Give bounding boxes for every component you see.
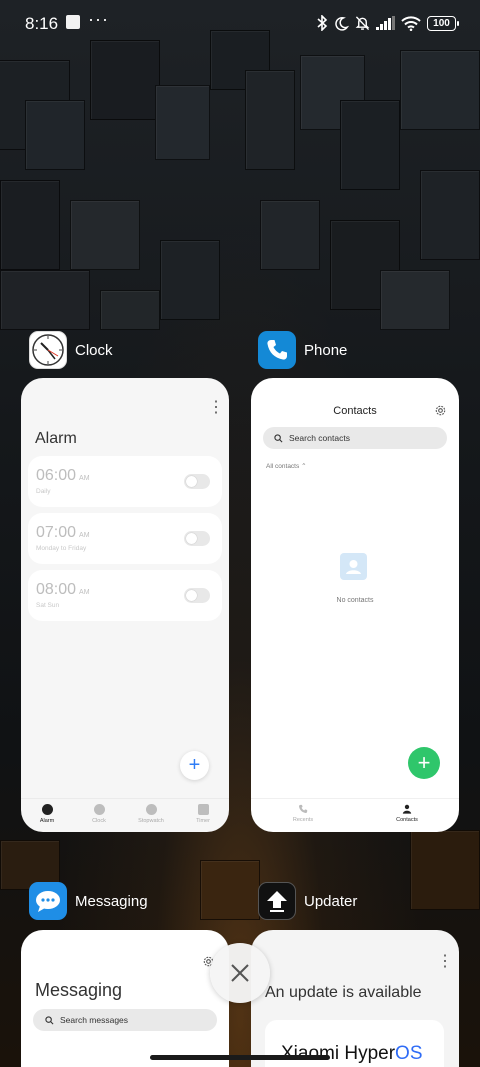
nav-label: Recents — [292, 817, 314, 823]
more-options-icon: ⋮ — [437, 953, 453, 970]
recent-card-updater[interactable]: ⋮ An update is available Xiaomi HyperOS — [251, 930, 459, 1067]
empty-state-text: No contacts — [336, 597, 374, 604]
search-placeholder: Search contacts — [289, 433, 350, 443]
close-icon — [231, 964, 249, 982]
recent-card-messaging[interactable]: Messaging Search messages — [21, 930, 229, 1067]
more-icon: ··· — [88, 9, 109, 29]
alarm-time: 06:00 — [36, 467, 77, 484]
recent-card-clock[interactable]: ⋮ Alarm 06:00 AM Daily 07:00 AM Monday to … — [21, 378, 229, 832]
brand-prefix: Xiaomi Hyper — [281, 1043, 396, 1064]
search-contacts-field: Search contacts — [263, 427, 447, 449]
alarm-time: 08:00 — [36, 581, 77, 598]
stopwatch-icon — [145, 804, 157, 815]
clock-bottom-nav: Alarm Clock Stopwatch Timer — [21, 798, 229, 832]
recent-card-phone[interactable]: Contacts Search contacts All contacts ⌃ … — [251, 378, 459, 832]
phone-app-icon — [258, 331, 296, 369]
settings-gear-icon — [435, 405, 446, 416]
status-bar: 8:16 ··· 100 — [0, 0, 480, 46]
app-name-messaging: Messaging — [75, 892, 148, 910]
hyperos-logo: Xiaomi HyperOS — [281, 1043, 423, 1065]
person-icon — [402, 804, 412, 814]
alarm-toggle — [184, 474, 210, 489]
alarm-item: 06:00 AM Daily — [28, 456, 222, 507]
mute-bell-icon — [355, 16, 370, 31]
nav-label: Alarm — [39, 818, 55, 824]
nav-contacts: Contacts — [355, 799, 459, 832]
app-name-phone: Phone — [304, 341, 348, 359]
nav-label: Contacts — [396, 817, 418, 823]
alarm-ampm: AM — [79, 589, 90, 596]
nav-clock: Clock — [73, 799, 125, 832]
recent-app-header-phone[interactable]: Phone — [258, 331, 347, 369]
recent-app-header-updater[interactable]: Updater — [258, 882, 357, 920]
search-placeholder: Search messages — [60, 1015, 129, 1025]
alarm-ampm: AM — [79, 532, 90, 539]
alarm-ampm: AM — [79, 475, 90, 482]
gallery-icon — [66, 15, 80, 29]
plus-icon: + — [408, 747, 440, 779]
contacts-filter: All contacts ⌃ — [266, 462, 307, 470]
updater-app-icon — [258, 882, 296, 920]
alarm-item: 07:00 AM Monday to Friday — [28, 513, 222, 564]
contacts-title: Contacts — [333, 405, 377, 417]
alarm-icon — [41, 804, 53, 815]
wifi-icon — [401, 15, 421, 31]
search-icon — [274, 433, 283, 442]
nav-alarm: Alarm — [21, 799, 73, 832]
alarm-item: 08:00 AM Sat Sun — [28, 570, 222, 621]
recent-app-header-messaging[interactable]: Messaging — [29, 882, 148, 920]
nav-stopwatch: Stopwatch — [125, 799, 177, 832]
filter-label: All contacts — [266, 463, 300, 470]
phone-bottom-nav: Recents Contacts — [251, 798, 459, 832]
messaging-app-icon — [29, 882, 67, 920]
alarm-time: 07:00 — [36, 524, 77, 541]
brand-suffix: OS — [395, 1043, 423, 1064]
alarm-repeat: Daily — [36, 488, 51, 495]
nav-label: Stopwatch — [138, 818, 164, 824]
alarm-repeat: Monday to Friday — [36, 545, 87, 552]
signal-icon — [376, 16, 395, 30]
phone-icon — [299, 804, 308, 813]
app-name-clock: Clock — [75, 341, 113, 359]
battery-level: 100 — [433, 17, 450, 29]
recent-app-header-clock[interactable]: Clock — [29, 331, 113, 369]
chevron-updown-icon: ⌃ — [301, 463, 307, 470]
alarm-repeat: Sat Sun — [36, 602, 60, 609]
contact-placeholder-icon — [340, 553, 367, 580]
messaging-title: Messaging — [35, 980, 123, 1000]
search-messages-field: Search messages — [33, 1009, 217, 1031]
alarm-toggle — [184, 531, 210, 546]
home-indicator[interactable] — [150, 1055, 330, 1060]
status-time: 8:16 — [25, 14, 59, 33]
app-name-updater: Updater — [304, 892, 358, 910]
nav-label: Timer — [196, 818, 210, 824]
alarm-toggle — [184, 588, 210, 603]
plus-icon: + — [180, 751, 209, 780]
update-title: An update is available — [265, 984, 422, 1001]
clock-app-icon — [29, 331, 67, 369]
bluetooth-icon — [317, 15, 328, 31]
nav-recents: Recents — [251, 799, 355, 832]
close-all-button[interactable] — [210, 943, 270, 1003]
battery-icon: 100 — [427, 15, 459, 31]
nav-timer: Timer — [177, 799, 229, 832]
timer-icon — [197, 804, 209, 815]
search-icon — [45, 1015, 54, 1024]
alarm-title: Alarm — [35, 430, 77, 447]
more-options-icon: ⋮ — [208, 399, 224, 416]
nav-label: Clock — [92, 818, 106, 824]
clock-icon — [93, 804, 105, 815]
dnd-moon-icon — [335, 16, 349, 31]
